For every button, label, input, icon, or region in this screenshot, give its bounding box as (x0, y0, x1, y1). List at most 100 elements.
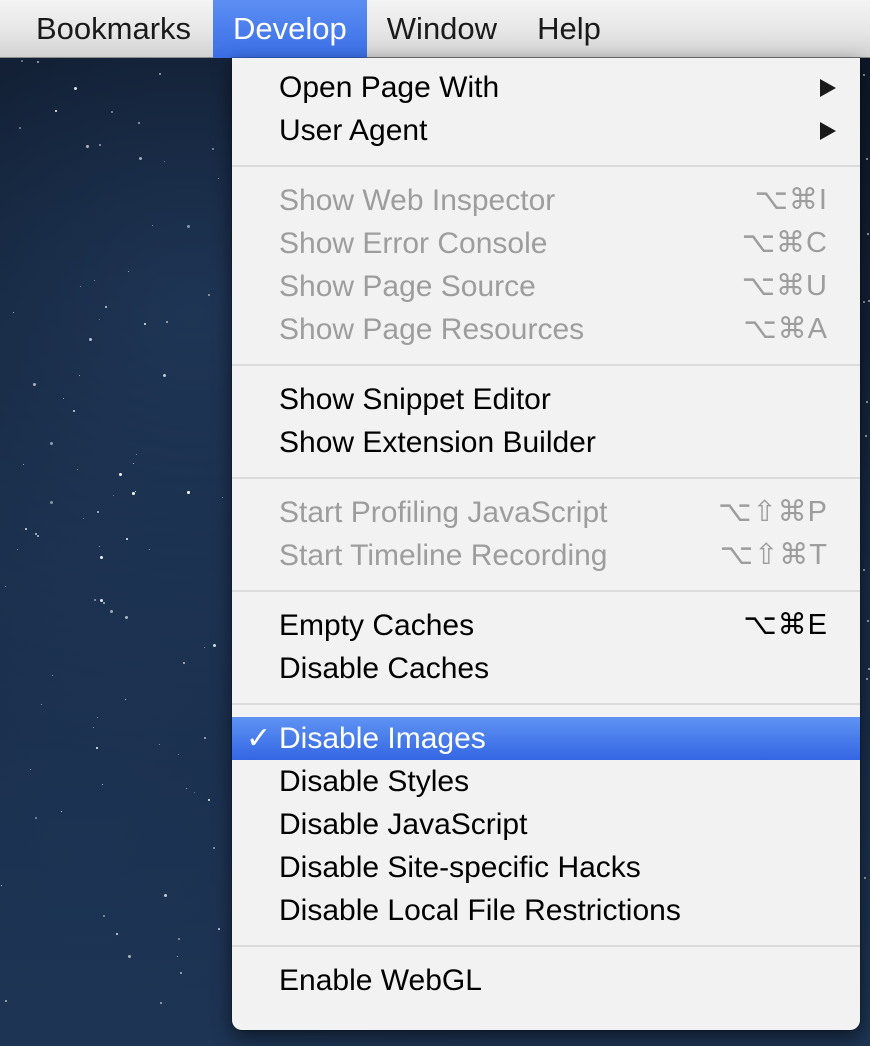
menu-item-shortcut: ⌥⇧⌘P (717, 496, 828, 528)
star-dot (866, 678, 869, 681)
menu-item-enable-webgl[interactable]: Enable WebGL (232, 959, 860, 1002)
star-dot (208, 293, 211, 296)
star-dot (163, 894, 167, 898)
star-dot (62, 398, 64, 400)
menu-item-disable-javascript[interactable]: Disable JavaScript (232, 803, 860, 846)
star-dot (138, 121, 141, 124)
submenu-arrow-icon (820, 122, 836, 140)
star-dot (163, 161, 165, 163)
menu-item-label: Disable Styles (279, 765, 470, 798)
menu-item-disable-local-file-restrictions[interactable]: Disable Local File Restrictions (232, 889, 860, 932)
menu-item-disable-images[interactable]: ✓ Disable Images (232, 717, 860, 760)
star-dot (177, 956, 179, 958)
star-dot (30, 769, 32, 771)
submenu-arrow-icon (820, 79, 836, 97)
star-dot (110, 609, 114, 613)
menu-item-label: Open Page With (279, 71, 500, 104)
star-dot (221, 496, 223, 498)
star-dot (212, 147, 215, 150)
menu-item-label: User Agent (279, 114, 428, 147)
star-dot (864, 434, 867, 437)
star-dot (204, 647, 206, 649)
star-dot (51, 675, 53, 677)
star-dot (83, 517, 85, 519)
star-dot (864, 877, 867, 880)
star-dot (213, 643, 217, 647)
menu-item-disable-site-specific-hacks[interactable]: Disable Site-specific Hacks (232, 846, 860, 889)
menu-item-label: Show Snippet Editor (279, 383, 551, 416)
menu-item-shortcut: ⌥⌘C (741, 227, 828, 259)
star-dot (865, 157, 868, 160)
star-dot (178, 938, 181, 941)
star-dot (131, 492, 135, 496)
menu-item-disable-styles[interactable]: Disable Styles (232, 760, 860, 803)
menu-item-show-error-console: Show Error Console ⌥⌘C (232, 222, 860, 265)
star-dot (132, 462, 134, 464)
menu-item-label: Show Extension Builder (279, 426, 596, 459)
star-dot (135, 453, 137, 455)
menu-bar: Bookmarks Develop Window Help (0, 0, 870, 58)
star-dot (50, 442, 54, 446)
star-dot (113, 495, 114, 497)
menu-item-label: Disable Local File Restrictions (279, 894, 681, 927)
star-dot (94, 599, 97, 602)
menu-item-start-profiling-javascript: Start Profiling JavaScript ⌥⇧⌘P (232, 491, 860, 534)
menu-item-shortcut: ⌥⌘U (741, 270, 828, 302)
menu-item-label: Disable Site-specific Hacks (279, 851, 641, 884)
menu-item-shortcut: ⌥⌘A (743, 313, 828, 345)
star-dot (72, 410, 75, 413)
menu-item-show-extension-builder[interactable]: Show Extension Builder (232, 421, 860, 464)
star-dot (135, 490, 137, 492)
menu-separator (232, 577, 860, 604)
menu-separator (232, 690, 860, 717)
menu-item-open-page-with[interactable]: Open Page With (232, 66, 860, 109)
star-dot (163, 373, 167, 377)
star-dot (37, 60, 40, 63)
menu-item-label: Show Page Resources (279, 313, 585, 346)
menu-item-user-agent[interactable]: User Agent (232, 109, 860, 152)
star-dot (4, 586, 6, 588)
star-dot (165, 321, 168, 324)
menu-item-empty-caches[interactable]: Empty Caches ⌥⌘E (232, 604, 860, 647)
star-dot (97, 511, 100, 514)
star-dot (143, 322, 146, 325)
star-dot (126, 537, 129, 540)
menu-item-show-snippet-editor[interactable]: Show Snippet Editor (232, 378, 860, 421)
star-dot (101, 784, 103, 786)
star-dot (60, 811, 62, 813)
star-dot (54, 109, 57, 112)
star-dot (124, 699, 126, 701)
star-dot (24, 528, 27, 531)
menu-item-show-web-inspector: Show Web Inspector ⌥⌘I (232, 179, 860, 222)
menu-item-disable-caches[interactable]: Disable Caches (232, 647, 860, 690)
star-dot (99, 144, 102, 147)
star-dot (116, 932, 119, 935)
menu-separator (232, 152, 860, 179)
menu-window[interactable]: Window (367, 0, 517, 58)
star-dot (193, 792, 195, 794)
star-dot (98, 318, 100, 320)
star-dot (92, 727, 94, 729)
checkmark-icon: ✓ (246, 722, 272, 755)
star-dot (33, 382, 37, 386)
star-dot (152, 225, 154, 227)
star-dot (74, 86, 78, 90)
star-dot (867, 300, 870, 303)
star-dot (148, 548, 150, 550)
star-dot (862, 568, 865, 571)
star-dot (89, 338, 93, 342)
menu-develop[interactable]: Develop (213, 0, 367, 58)
menu-bookmarks[interactable]: Bookmarks (0, 0, 213, 58)
star-dot (22, 464, 24, 466)
star-dot (80, 285, 82, 287)
star-dot (102, 914, 105, 917)
menu-help[interactable]: Help (517, 0, 621, 58)
menu-item-label: Disable JavaScript (279, 808, 528, 841)
star-dot (41, 704, 43, 706)
star-dot (77, 468, 79, 470)
star-dot (104, 306, 107, 309)
star-dot (94, 280, 96, 282)
star-dot (111, 111, 114, 113)
menu-item-shortcut: ⌥⌘I (754, 184, 828, 216)
menu-item-shortcut: ⌥⌘E (743, 609, 828, 641)
